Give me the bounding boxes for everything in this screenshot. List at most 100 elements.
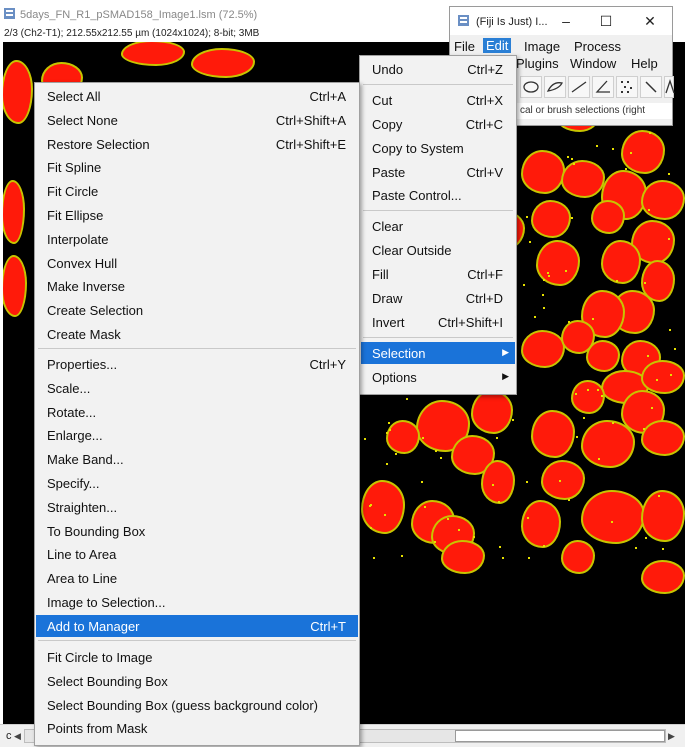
close-icon[interactable]: ✕	[636, 11, 664, 31]
scroll-right-arrow-icon[interactable]: ▶	[668, 731, 675, 742]
signal-speck	[645, 537, 647, 539]
cell-nucleus	[483, 462, 513, 502]
line-tool-icon[interactable]	[568, 76, 590, 98]
menu-item-copy[interactable]: Copy Ctrl+C	[361, 113, 515, 135]
cell-nucleus	[583, 492, 643, 542]
image-window-titlebar[interactable]: 5days_FN_R1_pSMAD158_Image1.lsm (72.5%)	[0, 0, 450, 26]
signal-speck	[406, 398, 408, 400]
signal-speck	[543, 279, 545, 281]
menu-item-make-inverse[interactable]: Make Inverse	[36, 275, 358, 297]
menu-item-add-to-manager[interactable]: Add to Manager Ctrl+T	[36, 615, 358, 637]
menu-item-area-to-line[interactable]: Area to Line	[36, 567, 358, 589]
menu-item-line-to-area[interactable]: Line to Area	[36, 543, 358, 565]
menu-edit[interactable]: Edit	[483, 38, 512, 53]
menu-plugins[interactable]: Plugins	[516, 56, 559, 71]
scroll-left-arrow-icon[interactable]: ◀	[14, 731, 21, 742]
menu-item-convex-hull[interactable]: Convex Hull	[36, 252, 358, 274]
menu-item-undo[interactable]: Undo Ctrl+Z	[361, 58, 515, 80]
signal-speck	[635, 547, 637, 549]
signal-speck	[583, 417, 585, 419]
cell-nucleus	[573, 382, 603, 412]
menu-item-clear[interactable]: Clear	[361, 215, 515, 237]
signal-speck	[596, 145, 598, 147]
menu-item-label: Paste	[372, 165, 406, 180]
multipoint-tool-icon[interactable]	[616, 76, 638, 98]
menu-item-to-bounding-box[interactable]: To Bounding Box	[36, 520, 358, 542]
menu-item-create-selection[interactable]: Create Selection	[36, 299, 358, 321]
cell-nucleus	[583, 422, 633, 466]
signal-speck	[587, 389, 589, 391]
cell-nucleus	[643, 182, 683, 218]
maximize-icon[interactable]: ☐	[592, 11, 620, 31]
menu-item-shortcut: Ctrl+Shift+A	[275, 113, 346, 128]
menu-item-fit-spline[interactable]: Fit Spline	[36, 156, 358, 178]
signal-speck	[658, 495, 660, 497]
menu-process[interactable]: Process	[574, 39, 621, 54]
menu-item-draw[interactable]: Draw Ctrl+D	[361, 287, 515, 309]
menu-item-paste-control[interactable]: Paste Control...	[361, 184, 515, 206]
menu-item-select-bounding-box-guess-background-color[interactable]: Select Bounding Box (guess background co…	[36, 694, 358, 716]
menu-item-points-from-mask[interactable]: Points from Mask	[36, 717, 358, 739]
menu-item-create-mask[interactable]: Create Mask	[36, 323, 358, 345]
cell-nucleus	[563, 542, 593, 572]
signal-speck	[473, 536, 475, 538]
fiji-titlebar[interactable]: (Fiji Is Just) I... – ☐ ✕	[450, 7, 672, 35]
menu-item-cut[interactable]: Cut Ctrl+X	[361, 89, 515, 111]
menu-item-invert[interactable]: Invert Ctrl+Shift+I	[361, 311, 515, 333]
cell-nucleus	[563, 162, 603, 196]
menu-image[interactable]: Image	[524, 39, 560, 54]
menu-item-selection[interactable]: Selection ▶	[361, 342, 515, 364]
oval-tool-icon[interactable]	[520, 76, 542, 98]
menu-separator	[38, 640, 356, 641]
signal-speck	[388, 422, 390, 424]
menu-item-straighten[interactable]: Straighten...	[36, 496, 358, 518]
menu-item-enlarge[interactable]: Enlarge...	[36, 424, 358, 446]
menu-file[interactable]: File	[454, 39, 475, 54]
menu-item-select-none[interactable]: Select None Ctrl+Shift+A	[36, 109, 358, 131]
menu-item-paste[interactable]: Paste Ctrl+V	[361, 161, 515, 183]
cell-nucleus	[3, 62, 31, 122]
wand-tool-icon[interactable]	[640, 76, 662, 98]
menu-item-rotate[interactable]: Rotate...	[36, 401, 358, 423]
menu-item-fill[interactable]: Fill Ctrl+F	[361, 263, 515, 285]
menu-item-label: Restore Selection	[47, 137, 150, 152]
signal-speck	[647, 355, 649, 357]
menu-item-scale[interactable]: Scale...	[36, 377, 358, 399]
menu-item-image-to-selection[interactable]: Image to Selection...	[36, 591, 358, 613]
scrollbar-thumb[interactable]	[455, 730, 665, 742]
polygon-tool-icon[interactable]	[544, 76, 566, 98]
minimize-icon[interactable]: –	[552, 11, 580, 31]
menu-item-label: Select None	[47, 113, 118, 128]
menu-item-make-band[interactable]: Make Band...	[36, 448, 358, 470]
menu-item-label: Paste Control...	[372, 188, 462, 203]
menu-item-fit-circle[interactable]: Fit Circle	[36, 180, 358, 202]
menu-item-fit-ellipse[interactable]: Fit Ellipse	[36, 204, 358, 226]
angle-tool-icon[interactable]	[592, 76, 614, 98]
signal-speck	[576, 436, 578, 438]
menu-item-options[interactable]: Options ▶	[361, 366, 515, 388]
menu-item-shortcut: Ctrl+V	[466, 165, 503, 180]
signal-speck	[492, 484, 494, 486]
menu-item-clear-outside[interactable]: Clear Outside	[361, 239, 515, 261]
menu-item-select-bounding-box[interactable]: Select Bounding Box	[36, 670, 358, 692]
menu-item-label: Copy to System	[372, 141, 464, 156]
menu-item-specify[interactable]: Specify...	[36, 472, 358, 494]
menu-separator	[363, 84, 513, 85]
menu-item-select-all[interactable]: Select All Ctrl+A	[36, 85, 358, 107]
menu-item-fit-circle-to-image[interactable]: Fit Circle to Image	[36, 646, 358, 668]
signal-speck	[573, 163, 575, 165]
menu-item-interpolate[interactable]: Interpolate	[36, 228, 358, 250]
menu-help[interactable]: Help	[631, 56, 658, 71]
menu-item-copy-to-system[interactable]: Copy to System	[361, 137, 515, 159]
menu-window[interactable]: Window	[570, 56, 616, 71]
signal-speck	[597, 389, 599, 391]
menu-item-label: Line to Area	[47, 547, 117, 562]
menu-item-properties[interactable]: Properties... Ctrl+Y	[36, 353, 358, 375]
cell-nucleus	[588, 342, 618, 370]
menu-item-label: Convex Hull	[47, 256, 118, 271]
text-tool-icon[interactable]	[664, 76, 675, 98]
menu-item-restore-selection[interactable]: Restore Selection Ctrl+Shift+E	[36, 133, 358, 155]
menu-item-label: Select All	[47, 89, 101, 104]
signal-speck	[528, 557, 530, 559]
menu-separator	[363, 337, 513, 338]
